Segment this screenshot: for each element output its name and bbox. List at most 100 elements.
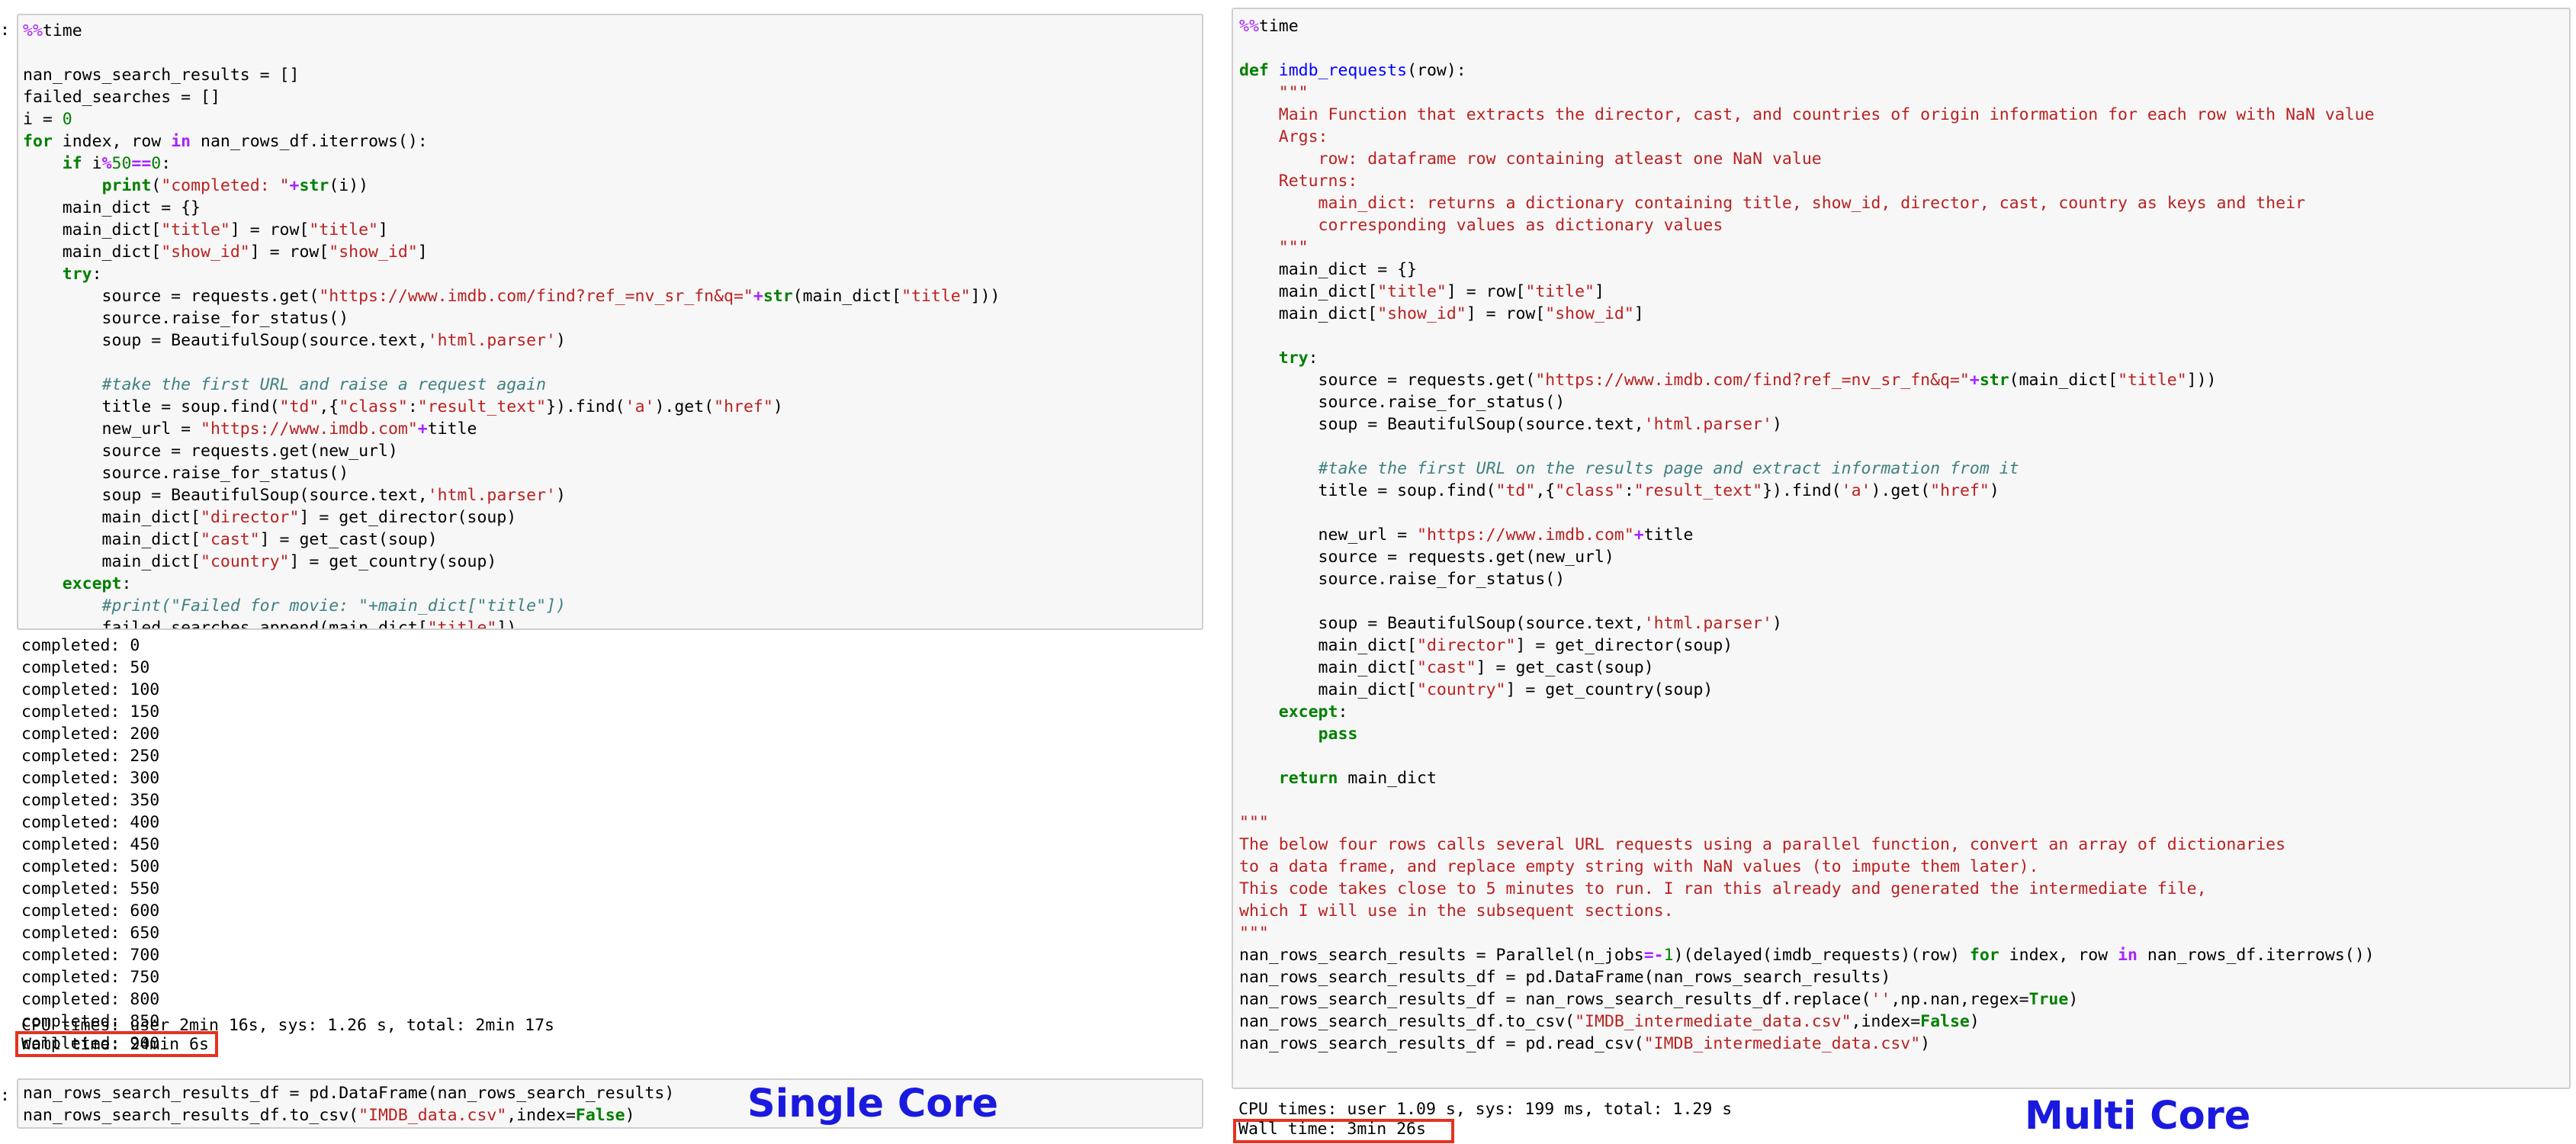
code-token: True: [2028, 990, 2069, 1009]
code-token: ).get(: [1871, 481, 1931, 500]
code-token: "IMDB_data.csv": [358, 1106, 507, 1125]
code-token: i =: [23, 110, 63, 129]
code-token: ): [772, 397, 783, 416]
code-token: main_dict[: [23, 552, 201, 571]
code-token: """: [1239, 83, 1309, 102]
code-token: }).find(: [546, 397, 625, 416]
code-token: "title": [901, 287, 971, 306]
code-token: main_dict[: [1239, 282, 1378, 301]
output-line: completed: 450: [21, 835, 160, 854]
code-token: "href": [714, 397, 773, 416]
code-line: soup = BeautifulSoup(source.text,'html.p…: [1239, 413, 2375, 435]
code-editor[interactable]: %%time def imdb_requests(row): """ Main …: [1239, 15, 2375, 1055]
code-line: %%time: [23, 20, 1001, 42]
code-cell-multi-core[interactable]: %%time def imdb_requests(row): """ Main …: [1232, 8, 2571, 1089]
code-token: False: [575, 1106, 625, 1125]
code-token: nan_rows_search_results_df = nan_rows_se…: [1239, 990, 1871, 1009]
code-token: nan_rows_search_results = []: [23, 66, 300, 85]
cell-prompt-left: :: [0, 21, 10, 40]
code-token: title = soup.find(: [23, 397, 280, 416]
code-token: :: [92, 265, 102, 284]
code-line: nan_rows_search_results_df = pd.DataFram…: [1239, 966, 2375, 988]
code-token: "title": [1377, 282, 1447, 301]
code-token: index, row: [1999, 946, 2118, 965]
code-token: (main_dict[: [2009, 371, 2118, 390]
code-token: "show_id": [329, 243, 418, 262]
code-line: main_dict = {}: [1239, 259, 2375, 281]
code-token: "IMDB_intermediate_data.csv": [1643, 1034, 1921, 1053]
code-line: Main Function that extracts the director…: [1239, 104, 2375, 126]
code-token: ] = row[: [1446, 282, 1526, 301]
code-line: return main_dict: [1239, 767, 2375, 789]
code-token: """: [1239, 238, 1309, 257]
code-token: main_dict[: [23, 220, 162, 239]
code-line: to a data frame, and replace empty strin…: [1239, 856, 2375, 878]
code-line: except:: [23, 573, 1001, 595]
code-token: "show_id": [1545, 304, 1634, 323]
code-line: nan_rows_search_results = Parallel(n_job…: [1239, 944, 2375, 966]
code-token: for: [1969, 946, 1999, 965]
code-line: nan_rows_search_results_df = pd.DataFram…: [23, 1082, 674, 1104]
code-token: i: [82, 154, 102, 173]
code-line: Returns:: [1239, 170, 2375, 192]
code-cell-save-csv[interactable]: nan_rows_search_results_df = pd.DataFram…: [17, 1078, 1203, 1129]
code-token: ])): [970, 287, 1001, 306]
code-line: """: [1239, 922, 2375, 944]
code-token: nan_rows_df.iterrows():: [191, 132, 428, 151]
code-token: ] = get_cast(soup): [259, 530, 438, 549]
code-token: new_url =: [1239, 525, 1417, 545]
code-token: source.raise_for_status(): [1239, 393, 1566, 412]
code-token: title: [1643, 525, 1694, 545]
code-editor[interactable]: %%time nan_rows_search_results = [] faile…: [23, 20, 1001, 628]
output-line: completed: 400: [21, 813, 160, 832]
code-line: soup = BeautifulSoup(source.text,'html.p…: [23, 484, 1001, 506]
code-token: )(delayed(imdb_requests)(row): [1673, 946, 1970, 965]
code-token: ,{: [1535, 481, 1556, 500]
code-token: ): [1772, 415, 1782, 434]
code-token: "title": [309, 220, 378, 239]
code-token: "title": [2118, 371, 2187, 390]
code-token: "class": [1555, 481, 1624, 500]
output-line: completed: 650: [21, 924, 160, 943]
code-token: "IMDB_intermediate_data.csv": [1575, 1012, 1852, 1031]
code-line: failed_searches = []: [23, 86, 1001, 108]
code-token: str: [1979, 371, 2009, 390]
code-token: }).find(: [1762, 481, 1842, 500]
code-cell-single-core[interactable]: %%time nan_rows_search_results = [] faile…: [17, 14, 1203, 630]
code-editor[interactable]: nan_rows_search_results_df = pd.DataFram…: [23, 1082, 674, 1126]
code-line: except:: [1239, 701, 2375, 723]
code-token: source = requests.get(new_url): [1239, 548, 1614, 567]
code-token: corresponding values as dictionary value…: [1239, 216, 1723, 235]
code-token: main_dict: returns a dictionary containi…: [1239, 194, 2305, 213]
code-line: try:: [23, 263, 1001, 285]
code-token: nan_rows_df.iterrows()): [2137, 946, 2375, 965]
code-line: for index, row in nan_rows_df.iterrows()…: [23, 130, 1001, 153]
output-line: completed: 800: [21, 990, 160, 1009]
code-token: 'html.parser': [1643, 415, 1772, 434]
code-token: +: [1633, 525, 1644, 545]
code-token: "https://www.imdb.com/find?ref_=nv_sr_fn…: [319, 287, 753, 306]
code-token: ): [1969, 1012, 1980, 1031]
code-line: row: dataframe row containing atleast on…: [1239, 148, 2375, 170]
code-token: time: [1258, 17, 1299, 36]
output-line: completed: 100: [21, 680, 160, 699]
code-token: ,np.nan,regex=: [1890, 990, 2029, 1009]
code-line: """: [1239, 82, 2375, 104]
code-line: corresponding values as dictionary value…: [1239, 214, 2375, 236]
code-line: i = 0: [23, 108, 1001, 130]
code-token: source = requests.get(: [23, 287, 320, 306]
code-token: ): [1989, 481, 1999, 500]
code-token: %: [101, 154, 112, 173]
code-token: main_dict[: [1239, 658, 1417, 677]
code-token: soup = BeautifulSoup(source.text,: [23, 331, 428, 350]
code-line: failed_searches.append(main_dict["title"…: [23, 617, 1001, 628]
code-token: main_dict[: [1239, 304, 1378, 323]
code-token: ] = get_director(soup): [1515, 636, 1733, 655]
code-token: ).get(: [654, 397, 715, 416]
